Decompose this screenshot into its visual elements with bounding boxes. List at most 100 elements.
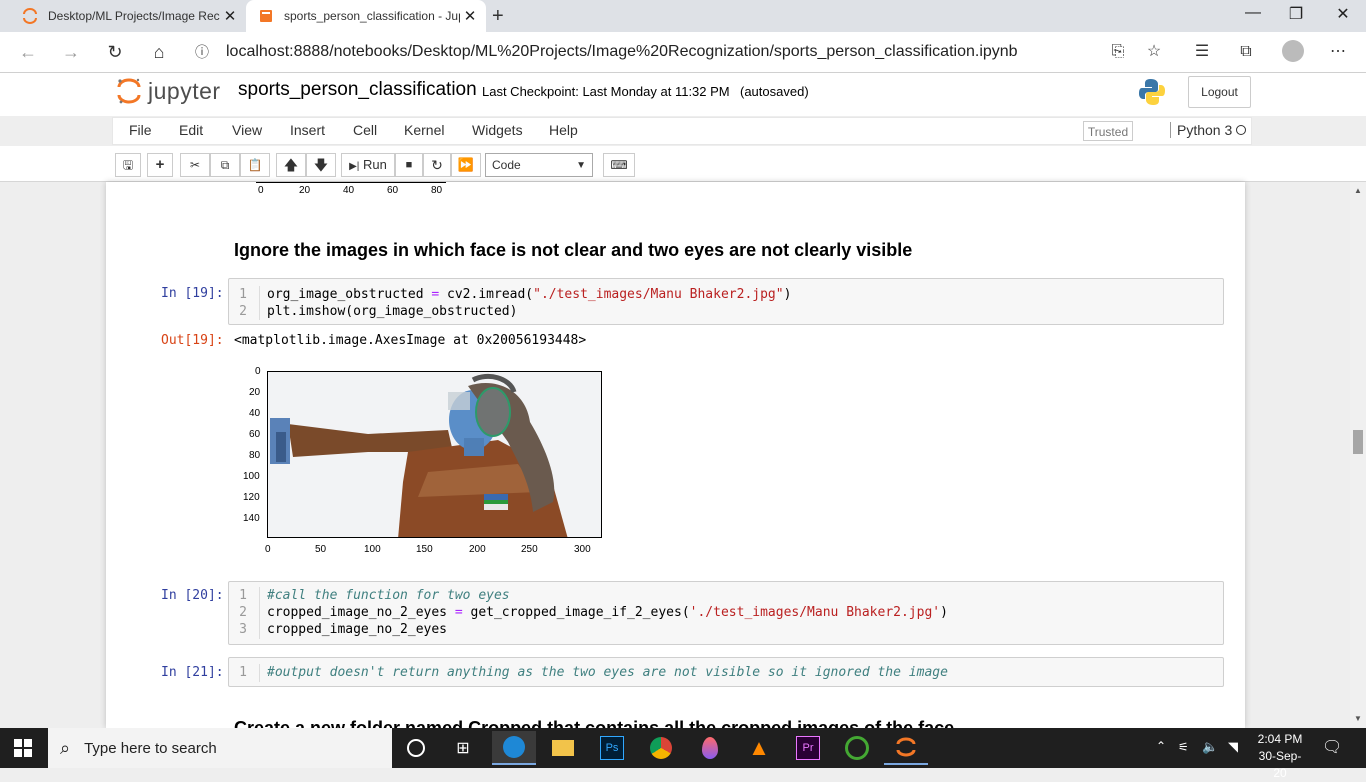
menu-edit[interactable]: Edit	[179, 122, 203, 138]
y-tick-label: 0	[255, 366, 261, 377]
cell-type-select[interactable]: Code ▼	[485, 153, 593, 177]
line-numbers: 1 2 3	[229, 587, 260, 639]
volume-icon[interactable]: 🔈	[1202, 739, 1218, 755]
anaconda-icon[interactable]	[835, 731, 879, 765]
more-options-icon[interactable]: ⋯	[1324, 40, 1352, 64]
input-prompt: In [19]:	[161, 286, 224, 301]
photoshop-icon[interactable]: Ps	[590, 731, 634, 765]
interrupt-stop-icon[interactable]: ■	[395, 153, 423, 177]
refresh-icon[interactable]: ↻	[101, 40, 129, 64]
minimize-icon[interactable]: —	[1230, 4, 1276, 22]
profile-avatar[interactable]	[1282, 40, 1304, 62]
save-icon[interactable]: 🖫	[115, 153, 141, 177]
collections-icon[interactable]: ⧉	[1232, 40, 1260, 64]
move-down-icon[interactable]: 🡇	[306, 153, 336, 177]
back-icon[interactable]: ←	[14, 40, 42, 64]
info-icon[interactable]: ⓘ	[188, 42, 216, 62]
clock-time: 2:04 PM	[1257, 732, 1303, 746]
menu-widgets[interactable]: Widgets	[472, 122, 523, 138]
forward-icon[interactable]: →	[57, 40, 85, 64]
edge-app-icon[interactable]	[492, 731, 536, 765]
notifications-icon[interactable]: 🗨	[1322, 737, 1342, 757]
code-editor[interactable]: org_image_obstructed = cv2.imread("./tes…	[267, 286, 791, 320]
autosave-status: (autosaved)	[740, 84, 809, 99]
close-window-icon[interactable]: ✕	[1320, 4, 1366, 24]
restore-icon[interactable]: ❐	[1273, 4, 1319, 24]
file-explorer-icon[interactable]	[541, 731, 585, 765]
code-token: =	[454, 605, 463, 620]
menu-help[interactable]: Help	[549, 122, 578, 138]
menu-cell[interactable]: Cell	[353, 122, 377, 138]
jupyter-logo[interactable]: jupyter	[116, 77, 221, 105]
x-tick-label: 50	[315, 544, 327, 555]
chevron-up-icon[interactable]: ⌃	[1156, 739, 1166, 753]
output-prompt: Out[19]:	[161, 333, 224, 348]
markdown-heading[interactable]: Ignore the images in which face is not c…	[234, 240, 912, 261]
restart-kernel-icon[interactable]: ↻	[423, 153, 451, 177]
kernel-name[interactable]: Python 3	[1170, 122, 1232, 138]
read-aloud-icon[interactable]: ⎘	[1104, 40, 1132, 64]
vlc-icon[interactable]: ▲	[737, 731, 781, 765]
tab-title: sports_person_classification - Jup	[284, 9, 460, 23]
new-tab-icon[interactable]: +	[492, 5, 504, 28]
markdown-heading-next[interactable]: Create a new folder named Cropped that c…	[234, 718, 954, 728]
copy-icon[interactable]: ⧉	[210, 153, 240, 177]
menu-insert[interactable]: Insert	[290, 122, 325, 138]
output-text: <matplotlib.image.AxesImage at 0x2005619…	[234, 333, 587, 348]
taskbar-search-box[interactable]: ⌕ Type here to search	[48, 728, 392, 768]
taskbar-clock[interactable]: 2:04 PM 30-Sep-20	[1252, 731, 1308, 782]
code-editor[interactable]: #output doesn't return anything as the t…	[267, 664, 948, 681]
trusted-indicator[interactable]: Trusted	[1083, 121, 1133, 141]
jupyter-taskbar-icon[interactable]	[884, 731, 928, 765]
tab-title: Desktop/ML Projects/Image Rec	[48, 9, 220, 23]
code-cell-20[interactable]: 1 2 3 #call the function for two eyes cr…	[228, 581, 1224, 645]
move-up-icon[interactable]: 🡅	[276, 153, 306, 177]
close-tab-icon[interactable]: ✕	[220, 7, 240, 25]
scroll-down-icon[interactable]: ▼	[1354, 714, 1362, 723]
home-icon[interactable]: ⌂	[145, 40, 173, 64]
cortana-icon[interactable]	[394, 731, 438, 765]
code-token: org_image_obstructed	[267, 287, 432, 302]
windows-start-icon[interactable]	[14, 739, 32, 762]
favorite-star-icon[interactable]: ☆	[1140, 40, 1168, 64]
logout-button[interactable]: Logout	[1188, 76, 1251, 108]
code-token: cropped_image_no_2_eyes	[267, 605, 455, 620]
page-scrollbar[interactable]: ▲ ▼	[1350, 182, 1366, 728]
network-icon[interactable]: ⚟	[1178, 740, 1189, 754]
code-comment: #call the function for two eyes	[267, 588, 510, 603]
wifi-icon[interactable]: ◥	[1228, 739, 1238, 755]
favorites-list-icon[interactable]: ☰	[1188, 40, 1216, 64]
y-tick-label: 140	[243, 513, 260, 524]
browser-tab-1[interactable]: Desktop/ML Projects/Image Rec ✕	[8, 0, 246, 32]
url-input[interactable]: ⓘ localhost:8888/notebooks/Desktop/ML%20…	[188, 37, 1090, 67]
menu-view[interactable]: View	[232, 122, 262, 138]
close-tab-icon[interactable]: ✕	[460, 7, 480, 25]
code-comment: #output doesn't return anything as the t…	[267, 665, 948, 680]
menu-file[interactable]: File	[129, 122, 152, 138]
premiere-pro-icon[interactable]: Pr	[786, 731, 830, 765]
task-view-icon[interactable]: ⊞	[441, 731, 485, 765]
paint-drop-icon[interactable]	[688, 731, 732, 765]
code-cell-19[interactable]: 1 2 org_image_obstructed = cv2.imread(".…	[228, 278, 1224, 325]
browser-tab-2-active[interactable]: sports_person_classification - Jup ✕	[246, 0, 486, 32]
y-tick-label: 20	[249, 387, 261, 398]
line-number: 1	[239, 588, 247, 603]
code-editor[interactable]: #call the function for two eyes cropped_…	[267, 587, 948, 638]
fast-forward-icon[interactable]: ⏩	[451, 153, 481, 177]
code-line: cropped_image_no_2_eyes = get_cropped_im…	[267, 604, 948, 621]
notebook-name[interactable]: sports_person_classification	[238, 79, 477, 101]
line-numbers: 1	[229, 664, 260, 682]
command-palette-keyboard-icon[interactable]: ⌨	[603, 153, 635, 177]
scrollbar-thumb[interactable]	[1353, 430, 1363, 454]
run-button[interactable]: ▶| Run	[341, 153, 395, 177]
chrome-icon[interactable]	[639, 731, 683, 765]
add-cell-icon[interactable]: +	[147, 153, 173, 177]
address-bar: ← → ↻ ⌂ ⓘ localhost:8888/notebooks/Deskt…	[0, 32, 1366, 73]
sports-person-image	[268, 372, 601, 537]
code-cell-21[interactable]: 1 #output doesn't return anything as the…	[228, 657, 1224, 687]
kernel-idle-icon	[1236, 125, 1246, 135]
scroll-up-icon[interactable]: ▲	[1354, 186, 1362, 195]
paste-icon[interactable]: 📋	[240, 153, 270, 177]
cut-icon[interactable]: ✂	[180, 153, 210, 177]
menu-kernel[interactable]: Kernel	[404, 122, 444, 138]
